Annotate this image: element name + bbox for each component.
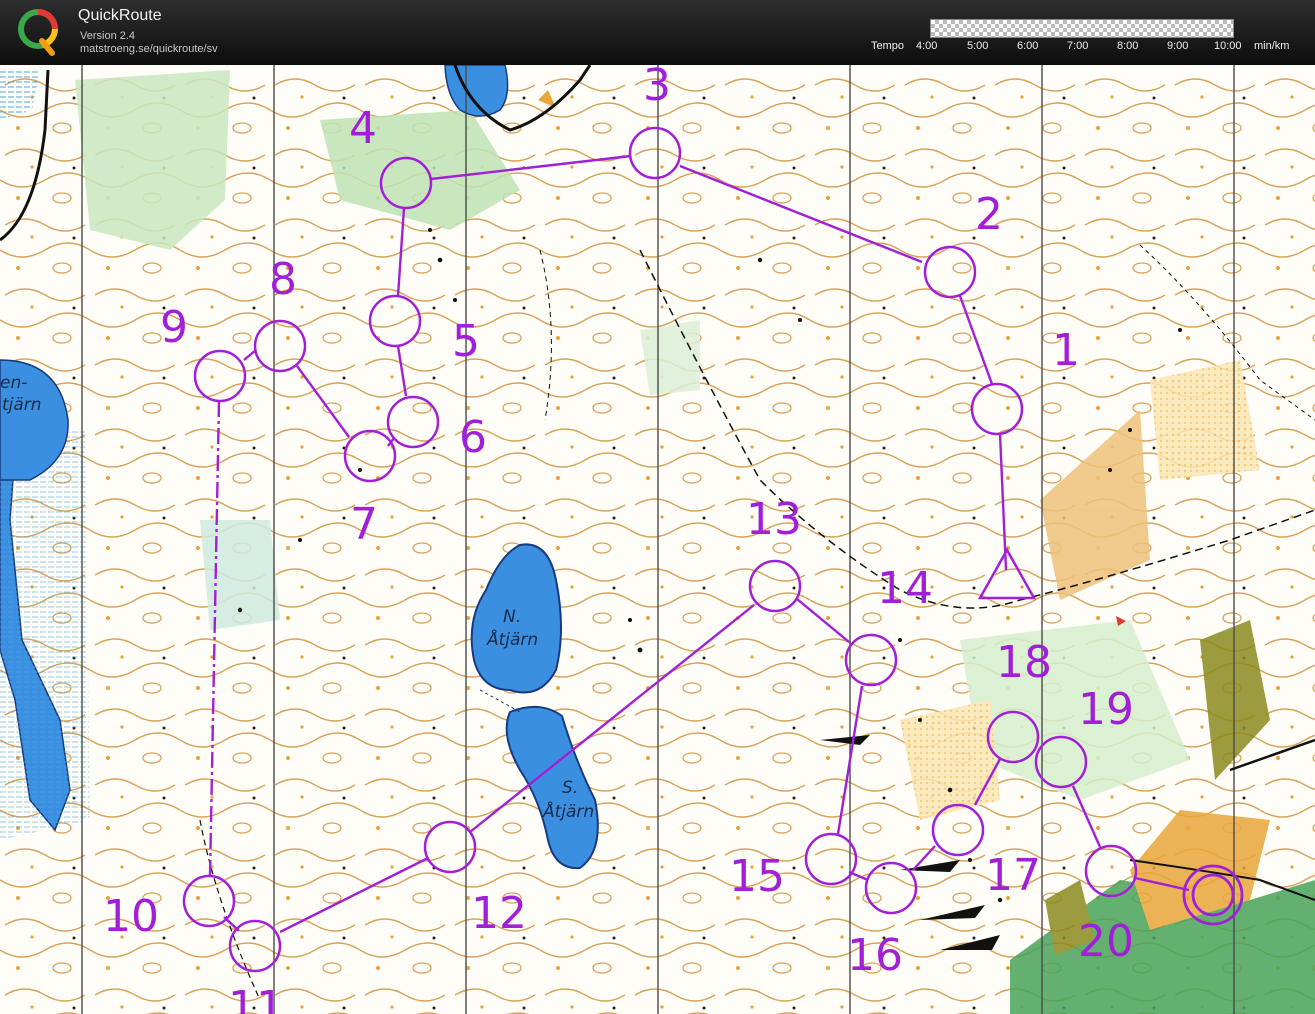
app-version: Version 2.4	[80, 30, 136, 42]
control-number-8: 8	[269, 254, 297, 305]
app-title: QuickRoute	[78, 7, 162, 24]
tempo-tick: 6:00	[1017, 40, 1039, 52]
lake-label-west-line1: en-	[0, 373, 27, 393]
control-number-11: 11	[228, 982, 284, 1014]
control-number-2: 2	[975, 189, 1003, 240]
orienteering-map[interactable]: N. Åtjärn S. Åtjärn en- tjärn 1 2 3 4 5 …	[0, 65, 1315, 1014]
control-number-17: 17	[985, 850, 1041, 901]
control-number-1: 1	[1052, 325, 1080, 376]
control-number-4: 4	[349, 103, 377, 154]
control-number-10: 10	[103, 891, 159, 942]
tempo-unit: min/km	[1254, 40, 1290, 52]
control-number-14: 14	[877, 563, 933, 614]
tempo-color-scale	[930, 19, 1234, 38]
control-number-13: 13	[746, 494, 802, 545]
control-number-18: 18	[996, 637, 1052, 688]
tempo-tick: 5:00	[967, 40, 989, 52]
tempo-tick: 4:00	[916, 40, 938, 52]
lake-label-south-line1: S.	[562, 778, 578, 798]
app-url[interactable]: matstroeng.se/quickroute/sv	[80, 43, 218, 55]
control-number-12: 12	[471, 888, 527, 939]
app-header: QuickRoute Version 2.4 matstroeng.se/qui…	[0, 0, 1315, 65]
control-number-20: 20	[1078, 916, 1134, 967]
control-number-9: 9	[160, 302, 188, 353]
control-number-6: 6	[459, 412, 487, 463]
control-number-7: 7	[350, 499, 378, 550]
lake-label-north-line2: Åtjärn	[486, 628, 538, 650]
lake-label-south-line2: Åtjärn	[542, 800, 594, 822]
tempo-tick: 8:00	[1117, 40, 1139, 52]
control-number-19: 19	[1078, 684, 1134, 735]
control-number-15: 15	[729, 851, 785, 902]
lake-label-west-line2: tjärn	[2, 395, 42, 415]
tempo-label: Tempo	[871, 40, 905, 52]
quickroute-logo-icon	[18, 9, 58, 56]
control-number-16: 16	[847, 930, 903, 981]
lake-label-north-line1: N.	[503, 607, 521, 627]
tempo-tick: 9:00	[1167, 40, 1189, 52]
control-number-5: 5	[452, 316, 480, 367]
control-number-3: 3	[643, 65, 671, 111]
tempo-tick: 10:00	[1214, 40, 1242, 52]
tempo-tick: 7:00	[1067, 40, 1089, 52]
